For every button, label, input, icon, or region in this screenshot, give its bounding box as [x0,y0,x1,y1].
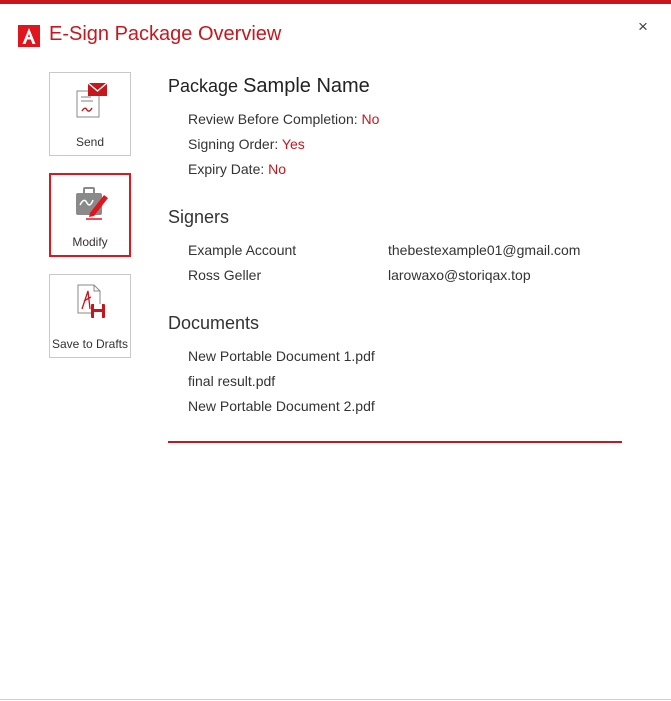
send-button-label: Send [75,135,105,149]
field-value: No [361,111,380,127]
save-to-drafts-button-label: Save to Drafts [51,337,129,351]
field-label: Expiry Date: [188,161,265,177]
modify-button-label: Modify [72,235,108,249]
signer-name: Example Account [188,242,297,258]
signer-email: larowaxo@storiqax.top [388,267,531,283]
section-divider [168,441,622,443]
package-name: Sample Name [243,75,370,97]
window-bottom-border [0,699,671,700]
send-button[interactable]: Send [49,72,131,156]
close-button[interactable]: × [638,17,648,37]
document-item: New Portable Document 2.pdf [188,398,375,414]
signer-email: thebestexample01@gmail.com [388,242,581,258]
review-before-completion-row: Review Before Completion: No [188,111,379,127]
signer-name: Ross Geller [188,267,262,283]
field-label: Signing Order: [188,136,279,152]
window-top-accent-bar [0,0,671,4]
signers-heading: Signers [168,207,230,227]
field-value: No [268,161,287,177]
modify-button[interactable]: Modify [49,173,131,257]
document-item: New Portable Document 1.pdf [188,348,375,364]
send-envelope-icon [76,82,108,118]
package-title: Package Sample Name [168,75,370,98]
field-label: Review Before Completion: [188,111,358,127]
package-title-prefix: Package [168,76,239,96]
modify-signature-icon [76,187,108,220]
save-to-drafts-button[interactable]: Save to Drafts [49,274,131,358]
save-drafts-icon [77,284,105,318]
expiry-date-row: Expiry Date: No [188,161,286,177]
acrobat-logo-icon [18,25,40,47]
field-value: Yes [281,136,305,152]
window-title: E-Sign Package Overview [49,23,282,45]
signing-order-row: Signing Order: Yes [188,136,305,152]
documents-heading: Documents [168,313,260,333]
document-item: final result.pdf [188,373,276,389]
